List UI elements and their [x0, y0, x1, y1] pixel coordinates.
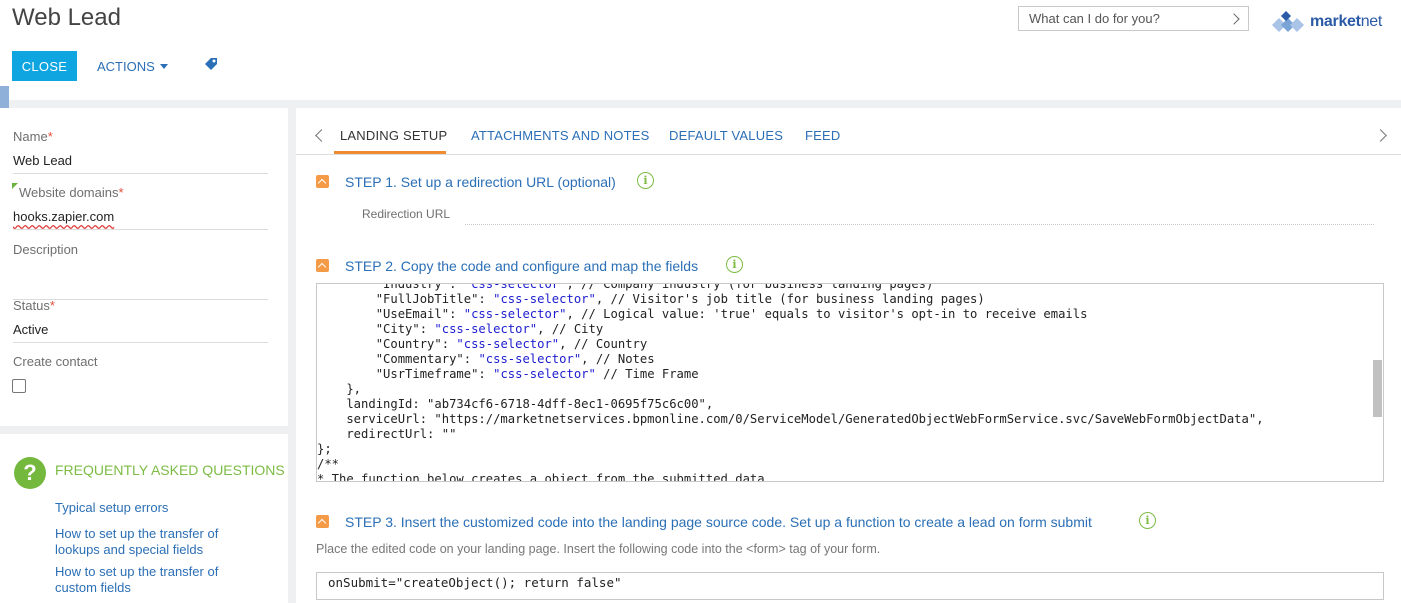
- step2-collapse-toggle[interactable]: [316, 259, 329, 272]
- active-tab-indicator: [334, 151, 446, 154]
- required-mark: *: [49, 298, 55, 313]
- code-line: "UseEmail": "css-selector", // Logical v…: [317, 307, 1088, 321]
- name-input[interactable]: Web Lead: [13, 153, 268, 174]
- status-label: Status: [13, 298, 50, 313]
- website-domains-label: Website domains: [19, 185, 119, 200]
- actions-button[interactable]: ACTIONS: [97, 51, 168, 81]
- required-mark: *: [118, 185, 124, 200]
- tab-landing-setup[interactable]: LANDING SETUP: [340, 128, 447, 143]
- tag-icon[interactable]: [203, 57, 219, 73]
- onsubmit-code-box[interactable]: onSubmit="createObject(); return false": [316, 572, 1384, 600]
- code-line: };: [317, 442, 332, 456]
- name-label: Name: [13, 129, 48, 144]
- logo: marketnet: [1270, 8, 1390, 36]
- code-line: serviceUrl: "https://marketnetservices.b…: [317, 412, 1264, 426]
- code-line: "FullJobTitle": "css-selector", // Visit…: [317, 292, 985, 306]
- logo-mark-icon: [1272, 11, 1304, 32]
- code-line: * The function below creates a object fr…: [317, 472, 772, 482]
- step3-title[interactable]: STEP 3. Insert the customized code into …: [345, 514, 1092, 530]
- code-line: landingId: "ab734cf6-6718-4dff-8ec1-0695…: [317, 397, 714, 411]
- close-button[interactable]: CLOSE: [12, 51, 77, 81]
- logo-text: marketnet: [1310, 13, 1383, 30]
- create-contact-label: Create contact: [13, 354, 98, 369]
- website-domains-field: Website domains* hooks.zapier.com: [12, 183, 268, 230]
- step3-collapse-toggle[interactable]: [316, 515, 329, 528]
- tab-default-values[interactable]: DEFAULT VALUES: [669, 128, 783, 143]
- step2-info-icon[interactable]: i: [726, 256, 743, 273]
- faq-link-lookups[interactable]: How to set up the transfer of lookups an…: [55, 526, 255, 558]
- redirection-url-input[interactable]: [465, 224, 1374, 225]
- create-contact-field: Create contact: [13, 354, 268, 369]
- description-field: Description: [13, 242, 268, 300]
- code-line: "Country": "css-selector", // Country: [317, 337, 648, 351]
- redirection-url-label: Redirection URL: [362, 207, 451, 221]
- code-line: "Commentary": "css-selector", // Notes: [317, 352, 655, 366]
- tab-attachments-and-notes[interactable]: ATTACHMENTS AND NOTES: [471, 128, 650, 143]
- step1-collapse-toggle[interactable]: [316, 175, 329, 188]
- code-line: redirectUrl: "": [317, 427, 457, 441]
- faq-link-setup-errors[interactable]: Typical setup errors: [55, 500, 255, 516]
- faq-title: FREQUENTLY ASKED QUESTIONS: [55, 462, 285, 478]
- status-select[interactable]: Active: [13, 322, 268, 343]
- code-line: /**: [317, 457, 340, 471]
- step1-info-icon[interactable]: i: [637, 172, 654, 189]
- status-field: Status* Active: [13, 298, 268, 343]
- name-field: Name* Web Lead: [13, 129, 268, 174]
- code-line: },: [317, 382, 362, 396]
- tabs-bar: [296, 118, 1401, 155]
- step3-info-icon[interactable]: i: [1139, 512, 1156, 529]
- faq-link-custom-fields[interactable]: How to set up the transfer of custom fie…: [55, 564, 255, 596]
- caret-down-icon: [159, 63, 168, 69]
- command-search-input[interactable]: What can I do for you?: [1018, 6, 1249, 31]
- code-line: "UsrTimeframe": "css-selector" // Time F…: [317, 367, 699, 381]
- search-placeholder: What can I do for you?: [1029, 11, 1160, 26]
- description-input[interactable]: [13, 279, 268, 300]
- chevron-right-icon[interactable]: [1228, 12, 1240, 25]
- code-editor-scrollbar[interactable]: [1373, 360, 1382, 417]
- step1-title[interactable]: STEP 1. Set up a redirection URL (option…: [345, 174, 616, 190]
- tab-feed[interactable]: FEED: [805, 128, 840, 143]
- required-mark: *: [47, 129, 53, 144]
- page-title: Web Lead: [12, 4, 121, 31]
- code-editor[interactable]: "Industry": "css-selector", // Company i…: [316, 283, 1384, 482]
- question-icon: ?: [14, 457, 46, 489]
- website-domains-value: hooks.zapier.com: [13, 209, 115, 224]
- website-domains-input[interactable]: hooks.zapier.com: [13, 209, 268, 230]
- step3-description: Place the edited code on your landing pa…: [316, 542, 881, 556]
- description-label: Description: [13, 242, 79, 257]
- changed-marker-icon: [12, 183, 18, 189]
- code-line: "Industry": "css-selector", // Company i…: [317, 283, 934, 291]
- onsubmit-code: onSubmit="createObject(); return false": [328, 575, 622, 590]
- actions-label: ACTIONS: [97, 58, 155, 74]
- code-line: "City": "css-selector", // City: [317, 322, 604, 336]
- step2-title[interactable]: STEP 2. Copy the code and configure and …: [345, 258, 698, 274]
- create-contact-checkbox[interactable]: [12, 379, 26, 393]
